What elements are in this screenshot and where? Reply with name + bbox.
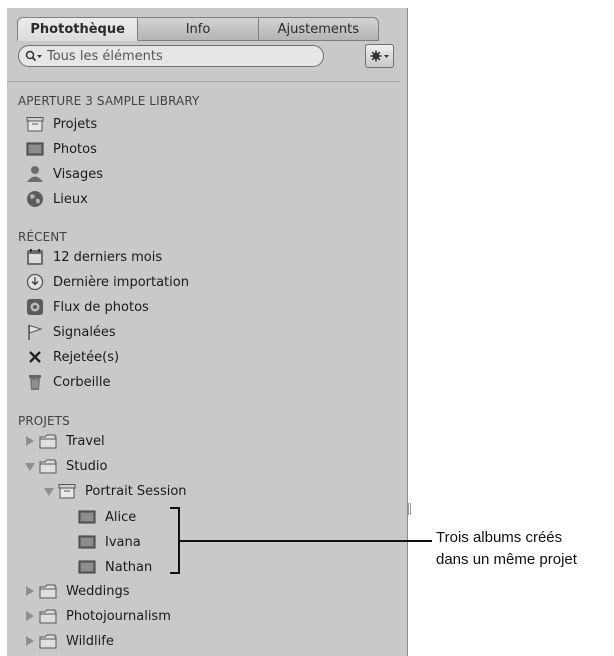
source-item-rejected[interactable]: Rejetée(s) — [26, 346, 119, 368]
source-item-places[interactable]: Lieux — [26, 188, 88, 210]
faces-icon — [26, 165, 44, 183]
disclosure-collapsed-icon[interactable] — [24, 436, 35, 447]
source-item-label: Lieux — [53, 191, 88, 207]
source-item-label: 12 derniers mois — [53, 249, 163, 265]
source-item-label: Flux de photos — [53, 299, 149, 315]
source-item-label: Dernière importation — [53, 274, 189, 290]
source-item-projects[interactable]: Projets — [26, 113, 97, 135]
section-title-projects: PROJETS — [18, 414, 70, 428]
tree-item-label: Portrait Session — [85, 483, 187, 499]
tree-item-label: Alice — [105, 509, 137, 525]
tree-item-studio[interactable]: Studio — [24, 455, 107, 477]
source-item-label: Visages — [53, 166, 103, 182]
inspector-tabs: Photothèque Info Ajustements — [17, 17, 379, 41]
tree-item-album-nathan[interactable]: Nathan — [78, 556, 152, 578]
callout-leader-line — [180, 540, 432, 542]
disclosure-expanded-icon[interactable] — [24, 461, 35, 472]
tree-item-label: Studio — [66, 458, 108, 474]
folder-icon — [39, 432, 57, 450]
project-icon — [58, 482, 76, 500]
source-item-trash[interactable]: Corbeille — [26, 371, 110, 393]
tab-adjustments[interactable]: Ajustements — [258, 17, 379, 41]
last-import-icon — [26, 273, 44, 291]
album-icon — [78, 558, 96, 576]
tree-item-label: Wildlife — [66, 633, 114, 649]
folder-icon — [39, 632, 57, 650]
tab-library[interactable]: Photothèque — [17, 17, 139, 41]
search-input[interactable] — [43, 48, 297, 64]
album-icon — [78, 508, 96, 526]
section-title-library: APERTURE 3 SAMPLE LIBRARY — [18, 94, 200, 108]
source-item-faces[interactable]: Visages — [26, 163, 103, 185]
search-icon[interactable] — [25, 50, 43, 62]
section-title-recent: RÉCENT — [18, 230, 67, 244]
tree-item-photojournalism[interactable]: Photojournalism — [24, 605, 171, 627]
disclosure-collapsed-icon[interactable] — [24, 586, 35, 597]
panel-resize-handle[interactable] — [408, 503, 411, 515]
tree-item-label: Travel — [66, 433, 105, 449]
source-item-label: Rejetée(s) — [53, 349, 120, 365]
tree-item-label: Photojournalism — [66, 608, 171, 624]
rejected-icon — [26, 348, 44, 366]
calendar-icon — [26, 248, 44, 266]
tree-item-label: Weddings — [66, 583, 130, 599]
disclosure-expanded-icon[interactable] — [43, 486, 54, 497]
tree-item-weddings[interactable]: Weddings — [24, 580, 129, 602]
tree-item-wildlife[interactable]: Wildlife — [24, 630, 114, 652]
source-item-label: Photos — [53, 141, 97, 157]
source-item-photo-stream[interactable]: Flux de photos — [26, 296, 149, 318]
source-item-photos[interactable]: Photos — [26, 138, 97, 160]
folder-icon — [39, 457, 57, 475]
callout-annotation: Trois albums créés dans un même projet — [436, 527, 577, 571]
source-item-flagged[interactable]: Signalées — [26, 321, 116, 343]
source-item-last-12-months[interactable]: 12 derniers mois — [26, 246, 162, 268]
flag-icon — [26, 323, 44, 341]
tree-item-album-alice[interactable]: Alice — [78, 506, 136, 528]
source-item-label: Corbeille — [53, 374, 111, 390]
tree-item-album-ivana[interactable]: Ivana — [78, 531, 141, 553]
projects-icon — [26, 115, 44, 133]
tree-item-travel[interactable]: Travel — [24, 430, 105, 452]
callout-line-1: Trois albums créés — [436, 529, 563, 546]
photo-stream-icon — [26, 298, 44, 316]
tree-item-label: Nathan — [105, 559, 153, 575]
places-icon — [26, 190, 44, 208]
callout-line-2: dans un même projet — [436, 551, 577, 568]
gear-icon — [370, 47, 390, 66]
source-item-last-import[interactable]: Dernière importation — [26, 271, 189, 293]
folder-icon — [39, 607, 57, 625]
folder-icon — [39, 582, 57, 600]
trash-icon — [26, 373, 44, 391]
source-item-label: Projets — [53, 116, 98, 132]
divider — [7, 81, 400, 82]
tab-info[interactable]: Info — [138, 17, 259, 41]
search-field[interactable] — [18, 45, 324, 67]
action-menu-button[interactable] — [365, 44, 394, 68]
photos-icon — [26, 140, 44, 158]
disclosure-collapsed-icon[interactable] — [24, 636, 35, 647]
album-icon — [78, 533, 96, 551]
callout-bracket-bottom — [170, 572, 180, 574]
source-item-label: Signalées — [53, 324, 116, 340]
disclosure-collapsed-icon[interactable] — [24, 611, 35, 622]
tree-item-label: Ivana — [105, 534, 141, 550]
tree-item-portrait-session[interactable]: Portrait Session — [43, 480, 187, 502]
